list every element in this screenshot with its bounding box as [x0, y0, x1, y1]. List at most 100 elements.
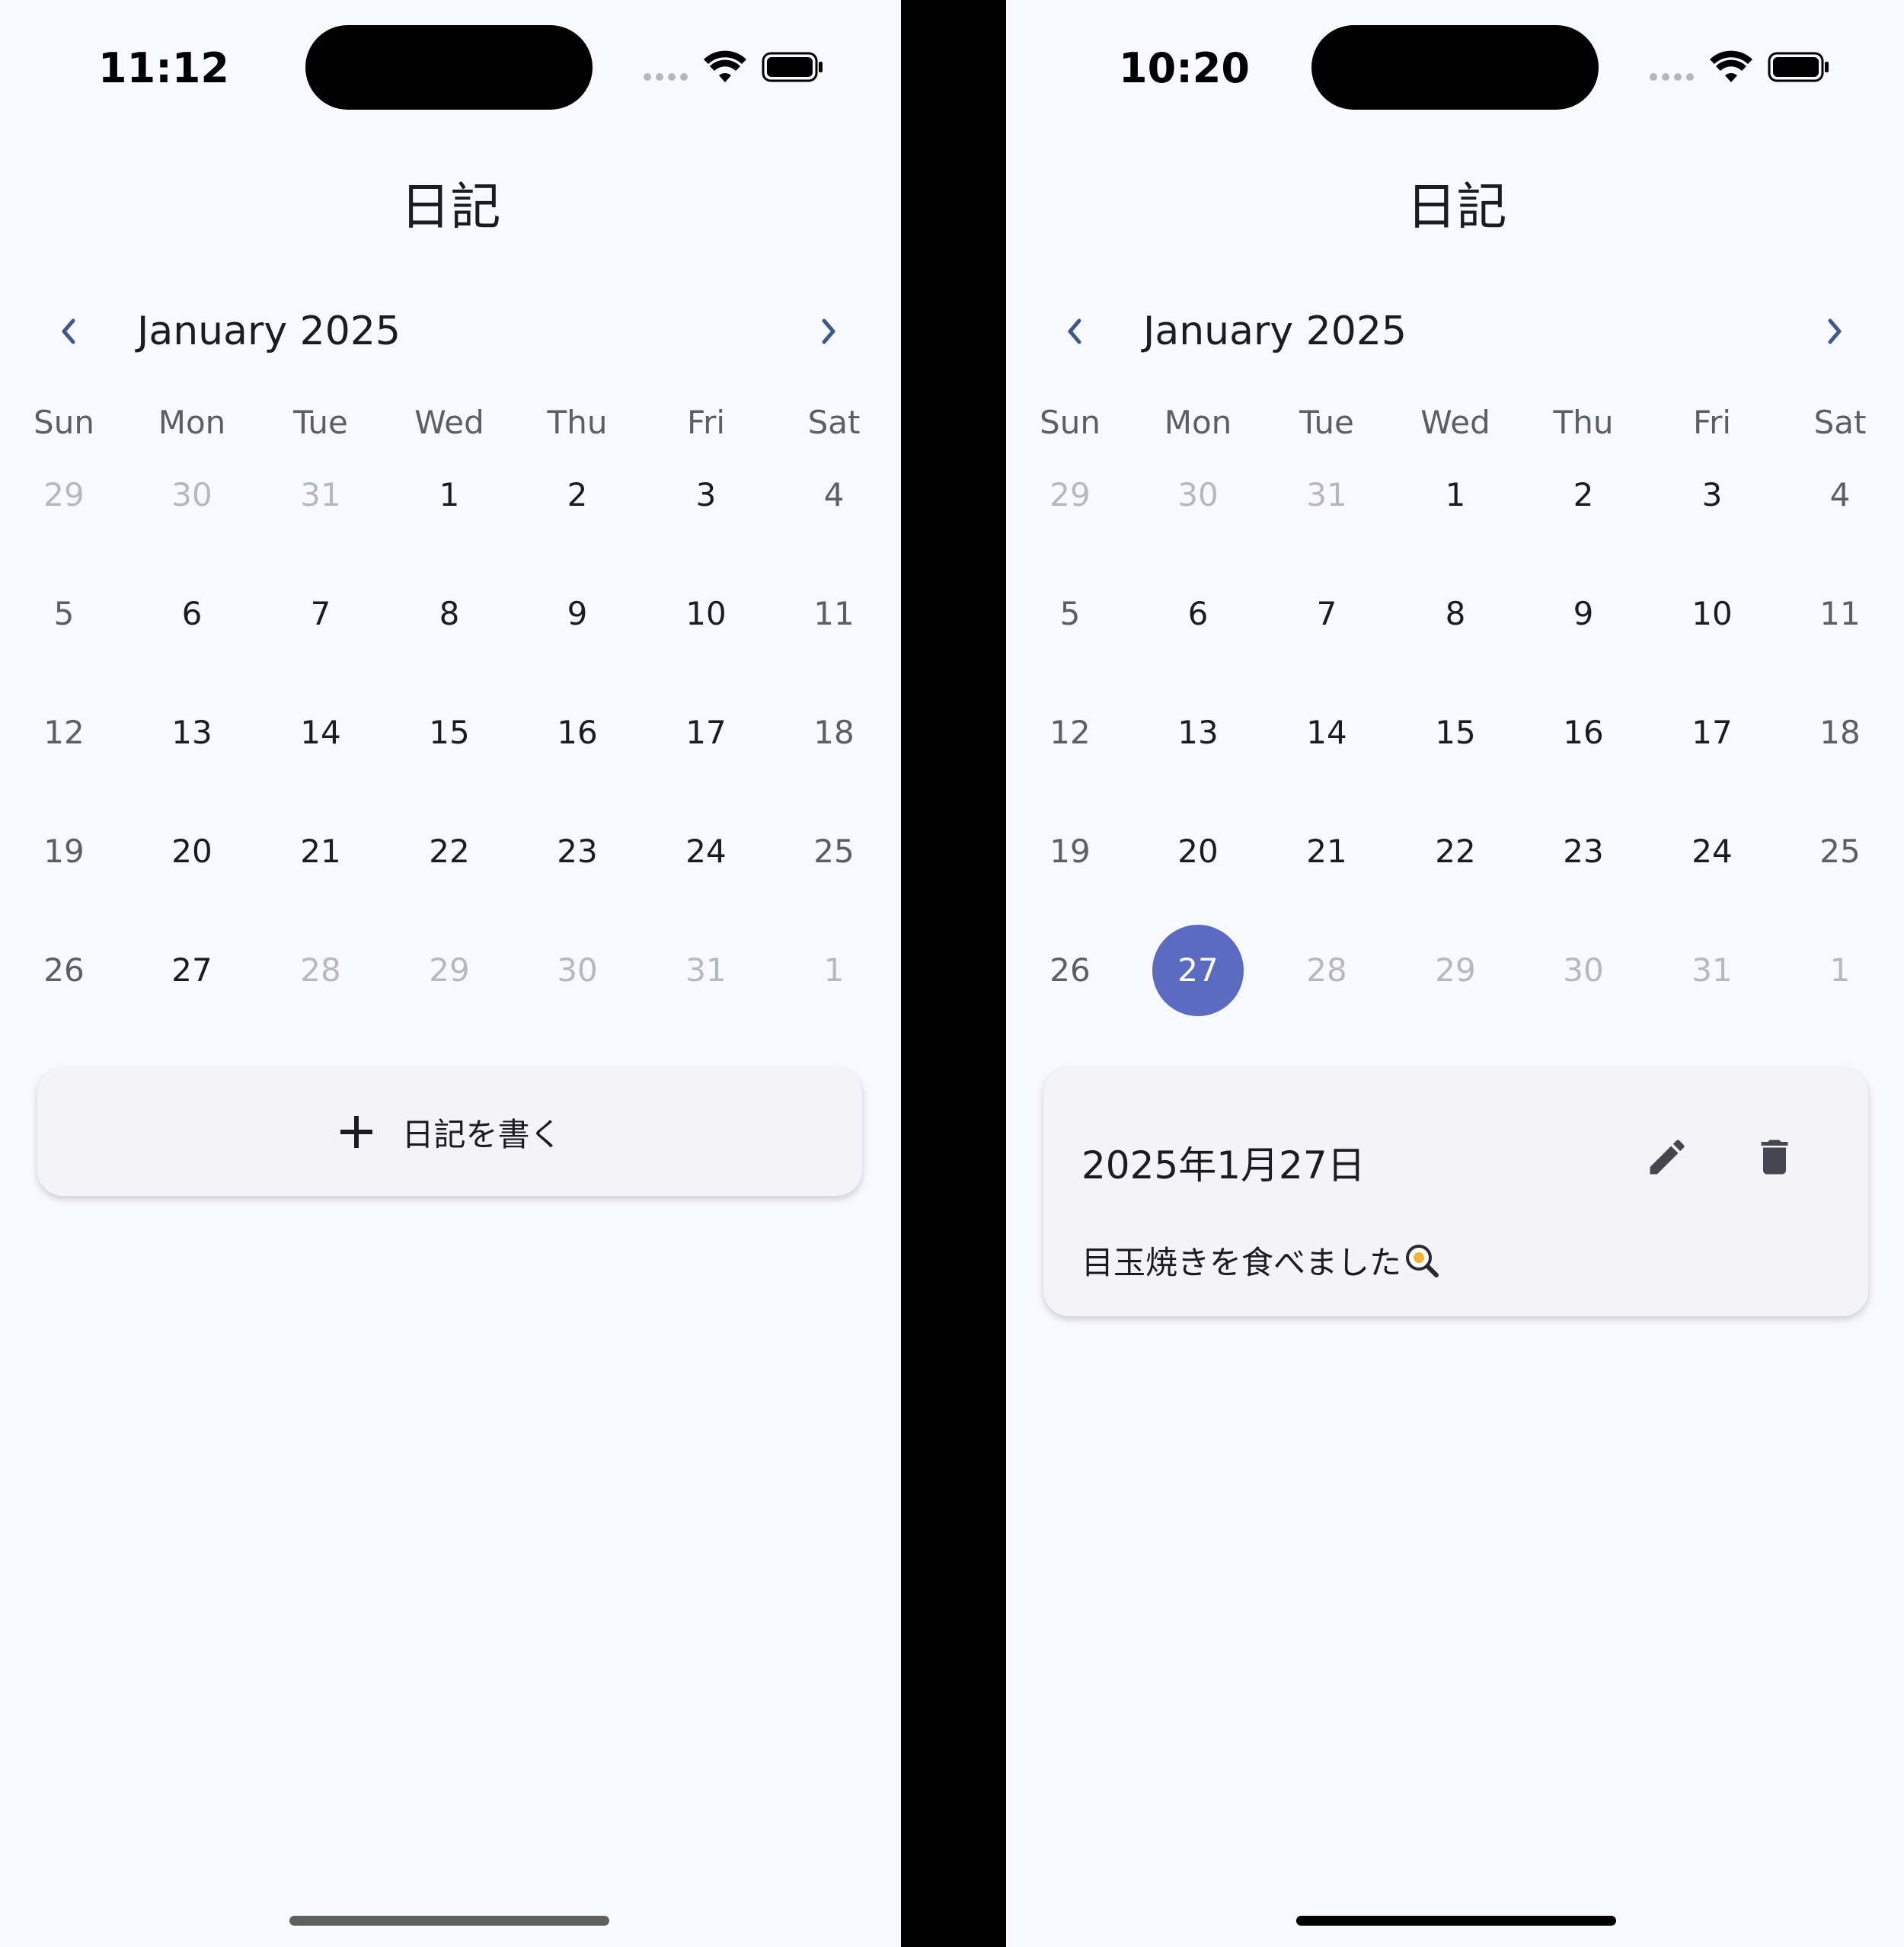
calendar-day[interactable]: 9	[1519, 568, 1647, 660]
calendar-day[interactable]: 6	[1134, 568, 1262, 660]
calendar-day[interactable]: 9	[513, 568, 641, 660]
calendar-day[interactable]: 19	[1006, 806, 1134, 897]
calendar-day[interactable]: 2	[1519, 449, 1647, 541]
dynamic-island	[305, 25, 593, 110]
calendar-day[interactable]: 21	[257, 806, 385, 897]
day-number: 6	[181, 595, 203, 632]
calendar-day[interactable]: 3	[642, 449, 770, 541]
next-month-button[interactable]	[1808, 305, 1861, 358]
calendar-day[interactable]: 3	[1648, 449, 1776, 541]
month-label: January 2025	[137, 309, 401, 354]
calendar-day[interactable]: 30	[1519, 925, 1647, 1016]
calendar-day[interactable]: 22	[385, 806, 513, 897]
calendar-day[interactable]: 4	[1776, 449, 1904, 541]
calendar-day[interactable]: 24	[642, 806, 770, 897]
calendar-day[interactable]: 12	[0, 687, 128, 778]
calendar-day[interactable]: 31	[1263, 449, 1391, 541]
day-number: 15	[429, 714, 470, 751]
day-number: 24	[1692, 833, 1733, 870]
calendar-day[interactable]: 20	[128, 806, 256, 897]
calendar-day[interactable]: 11	[770, 568, 898, 660]
battery-icon	[762, 52, 823, 82]
calendar-day[interactable]: 14	[257, 687, 385, 778]
calendar-day[interactable]: 31	[1648, 925, 1776, 1016]
calendar-day[interactable]: 1	[385, 449, 513, 541]
calendar-day[interactable]: 16	[513, 687, 641, 778]
calendar-day[interactable]: 29	[1006, 449, 1134, 541]
next-month-button[interactable]	[802, 305, 855, 358]
day-number: 9	[567, 595, 588, 632]
calendar-day[interactable]: 5	[0, 568, 128, 660]
calendar-day[interactable]: 29	[0, 449, 128, 541]
calendar-day-selected[interactable]: 27	[1134, 925, 1262, 1016]
calendar-day[interactable]: 10	[1648, 568, 1776, 660]
calendar-day[interactable]: 17	[1648, 687, 1776, 778]
calendar-day[interactable]: 20	[1134, 806, 1262, 897]
calendar-day[interactable]: 16	[1519, 687, 1647, 778]
home-indicator[interactable]	[289, 1916, 609, 1926]
calendar-day[interactable]: 29	[1391, 925, 1519, 1016]
calendar-day[interactable]: 4	[770, 449, 898, 541]
day-number: 31	[685, 951, 727, 989]
day-number: 2	[1573, 476, 1594, 513]
day-number: 22	[429, 833, 470, 870]
calendar-day[interactable]: 28	[257, 925, 385, 1016]
calendar-day[interactable]: 21	[1263, 806, 1391, 897]
calendar-day[interactable]: 23	[513, 806, 641, 897]
calendar-day[interactable]: 25	[1776, 806, 1904, 897]
edit-entry-button[interactable]	[1640, 1130, 1694, 1184]
delete-entry-button[interactable]	[1748, 1130, 1801, 1184]
previous-month-button[interactable]	[42, 305, 95, 358]
calendar-day[interactable]: 28	[1263, 925, 1391, 1016]
entry-date: 2025年1月27日	[1081, 1143, 1366, 1188]
calendar-day[interactable]: 7	[1263, 568, 1391, 660]
cellular-signal-icon	[1650, 73, 1695, 81]
calendar-day[interactable]: 18	[770, 687, 898, 778]
weekday-header: Sun Mon Tue Wed Thu Fri Sat	[0, 396, 901, 449]
calendar-day[interactable]: 7	[257, 568, 385, 660]
calendar-day[interactable]: 31	[257, 449, 385, 541]
calendar-day[interactable]: 6	[128, 568, 256, 660]
calendar-day[interactable]: 19	[0, 806, 128, 897]
calendar-day[interactable]: 2	[513, 449, 641, 541]
day-number: 11	[813, 595, 855, 632]
calendar-day[interactable]: 30	[128, 449, 256, 541]
calendar-day[interactable]: 24	[1648, 806, 1776, 897]
calendar-day[interactable]: 13	[128, 687, 256, 778]
calendar-day[interactable]: 14	[1263, 687, 1391, 778]
day-number: 3	[695, 476, 717, 513]
calendar-day[interactable]: 11	[1776, 568, 1904, 660]
calendar-day[interactable]: 1	[770, 925, 898, 1016]
calendar-day[interactable]: 18	[1776, 687, 1904, 778]
calendar-day[interactable]: 26	[0, 925, 128, 1016]
calendar-day[interactable]: 8	[385, 568, 513, 660]
calendar-day[interactable]: 26	[1006, 925, 1134, 1016]
calendar-day[interactable]: 15	[1391, 687, 1519, 778]
calendar-day[interactable]: 30	[513, 925, 641, 1016]
calendar-day[interactable]: 17	[642, 687, 770, 778]
weekday-label: Tue	[293, 404, 348, 441]
write-diary-button[interactable]: 日記を書く	[37, 1068, 862, 1196]
calendar-day[interactable]: 10	[642, 568, 770, 660]
weekday-label: Fri	[1692, 404, 1732, 441]
day-number: 8	[439, 595, 460, 632]
calendar-day[interactable]: 12	[1006, 687, 1134, 778]
day-number: 30	[557, 951, 598, 989]
calendar-day[interactable]: 8	[1391, 568, 1519, 660]
calendar-day[interactable]: 5	[1006, 568, 1134, 660]
trash-icon	[1761, 1140, 1788, 1175]
calendar-day[interactable]: 15	[385, 687, 513, 778]
calendar-day[interactable]: 27	[128, 925, 256, 1016]
calendar-day[interactable]: 13	[1134, 687, 1262, 778]
previous-month-button[interactable]	[1048, 305, 1101, 358]
calendar-day[interactable]: 30	[1134, 449, 1262, 541]
calendar-day[interactable]: 25	[770, 806, 898, 897]
calendar-day[interactable]: 29	[385, 925, 513, 1016]
calendar-day[interactable]: 31	[642, 925, 770, 1016]
day-number: 19	[43, 833, 85, 870]
calendar-day[interactable]: 23	[1519, 806, 1647, 897]
home-indicator[interactable]	[1296, 1916, 1616, 1926]
calendar-day[interactable]: 1	[1391, 449, 1519, 541]
calendar-day[interactable]: 1	[1776, 925, 1904, 1016]
calendar-day[interactable]: 22	[1391, 806, 1519, 897]
